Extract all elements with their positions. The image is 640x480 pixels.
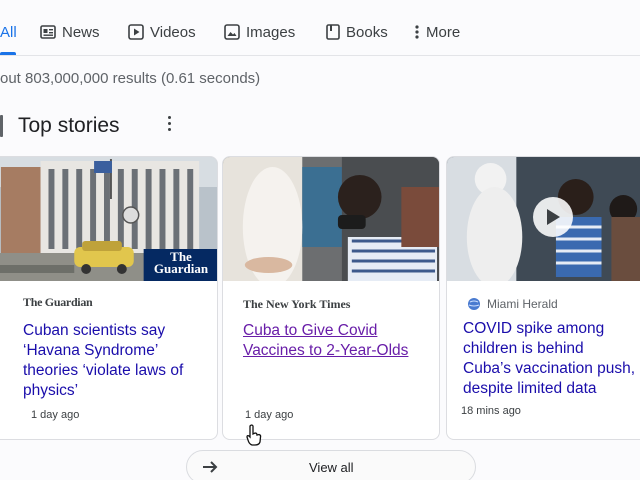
tab-videos-label: Videos [150,23,196,41]
globe-icon [467,297,481,311]
tab-more[interactable]: More [414,20,460,44]
tab-images[interactable]: Images [224,20,295,44]
headline-line: Vaccines to 2-Year-Olds [243,342,409,359]
tab-all[interactable]: All [0,20,17,44]
source-name: The New York Times [243,297,351,311]
story-source: Miami Herald [467,297,558,311]
active-tab-indicator [0,52,16,55]
story-timestamp: 1 day ago [31,409,80,421]
search-tabs-bar: All News Videos Images Books More [0,0,640,56]
tab-books[interactable]: Books [326,20,388,44]
headline-line: COVID spike among [463,320,605,337]
tab-images-label: Images [246,23,296,41]
more-options-icon[interactable] [164,116,174,134]
more-vertical-icon [414,24,420,40]
image-overlay-logo: The Guardian [153,249,209,276]
story-headline[interactable]: Cuban scientists say ‘Havana Syndrome’ t… [23,321,213,401]
top-stories-header: Top stories [0,112,120,140]
view-all-button[interactable]: View all [186,450,476,480]
arrow-right-icon [201,459,219,475]
play-video-icon [128,24,144,40]
source-name: The Guardian [23,295,93,309]
play-video-button[interactable] [533,197,573,237]
story-timestamp: 18 mins ago [461,405,521,417]
tab-news[interactable]: News [40,20,100,44]
tab-all-label: All [0,23,17,41]
story-image-nyt [223,157,439,281]
section-divider [0,115,3,137]
play-icon [547,209,560,225]
news-icon [40,25,56,39]
section-title: Top stories [18,114,120,137]
image-icon [224,24,240,40]
view-all-label: View all [309,460,354,475]
tab-news-label: News [62,23,100,41]
headline-line: physics’ [23,382,79,399]
headline-line: children is behind [463,340,584,357]
story-card-guardian[interactable]: The Guardian The Guardian Cuban scientis… [0,156,218,440]
story-card-nyt[interactable]: The New York Times Cuba to Give Covid Va… [222,156,440,440]
book-icon [326,24,340,40]
headline-line: Cuba’s vaccination push, [463,360,636,377]
story-card-miami-herald[interactable]: Miami Herald COVID spike among children … [446,156,640,440]
headline-line: ‘Havana Syndrome’ [23,342,159,359]
tab-books-label: Books [346,23,388,41]
story-timestamp: 1 day ago [245,409,294,421]
tab-more-label: More [426,23,461,41]
story-source: The New York Times [243,297,350,312]
headline-line: theories ‘violate laws of [23,362,184,379]
tab-videos[interactable]: Videos [128,20,196,44]
source-name: Miami Herald [487,297,558,311]
story-headline[interactable]: COVID spike among children is behind Cub… [463,319,640,399]
story-headline[interactable]: Cuba to Give Covid Vaccines to 2-Year-Ol… [243,321,433,361]
headline-line: Cuban scientists say [23,322,166,339]
headline-line: Cuba to Give Covid [243,322,378,339]
hand-pointer-cursor-icon [245,424,263,446]
headline-line: despite limited data [463,380,597,397]
story-source: The Guardian [23,295,93,309]
result-stats: out 803,000,000 results (0.61 seconds) [0,70,261,87]
